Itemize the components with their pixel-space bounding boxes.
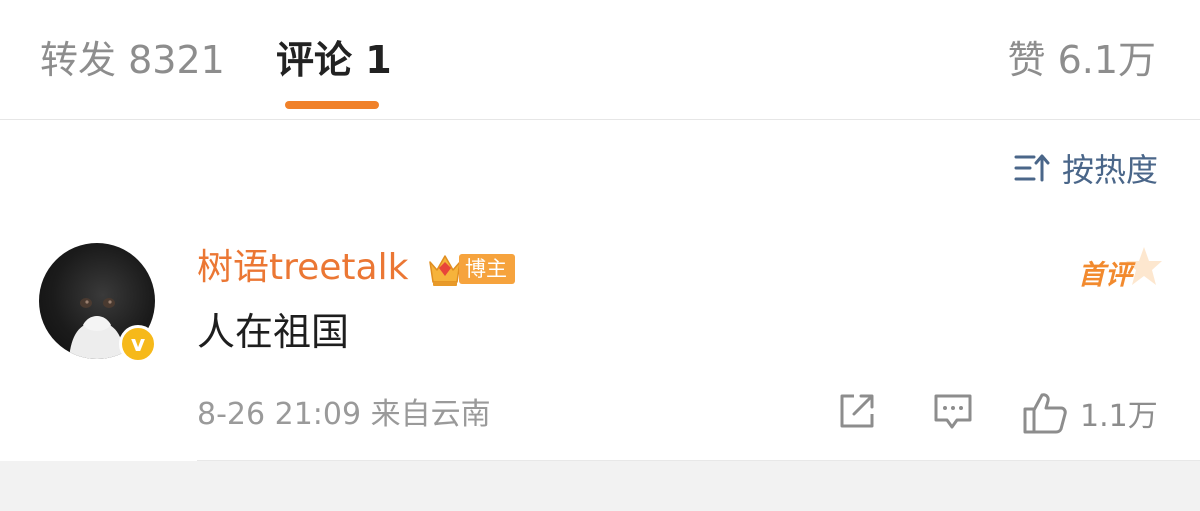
tab-divider — [0, 119, 1200, 120]
repost-button[interactable] — [837, 391, 877, 431]
author-label: 博主 — [459, 254, 515, 284]
like-button[interactable]: 1.1万 — [1022, 391, 1158, 435]
footer-background — [0, 461, 1200, 511]
thumbs-up-icon — [1023, 393, 1067, 434]
like-count: 1.1万 — [1080, 399, 1158, 434]
comment-time: 8-26 21:09 — [197, 397, 362, 432]
tab-repost-label: 转发 — [40, 38, 117, 82]
first-comment-label: 首评 — [1078, 260, 1132, 291]
comment-text: 人在祖国 — [197, 310, 350, 354]
active-tab-indicator — [285, 101, 379, 109]
first-comment-badge: 首评 — [1078, 245, 1162, 293]
tab-repost[interactable]: 转发 8321 — [40, 34, 225, 86]
tab-like-count: 6.1万 — [1057, 38, 1156, 82]
comment-location: 来自云南 — [370, 397, 491, 432]
comment-icon — [934, 394, 972, 429]
tab-like-label: 赞 — [1007, 38, 1046, 82]
sort-icon — [1014, 154, 1050, 182]
tab-repost-count: 8321 — [128, 38, 225, 82]
tab-comment-count: 1 — [365, 38, 392, 82]
crown-icon — [429, 255, 461, 286]
sort-label: 按热度 — [1061, 151, 1158, 189]
comment-meta: 8-26 21:09 来自云南 — [197, 393, 491, 437]
tab-comment[interactable]: 评论 1 — [276, 34, 392, 86]
verified-icon: v — [119, 325, 157, 363]
tab-like[interactable]: 赞 6.1万 — [1007, 34, 1156, 86]
comment-username[interactable]: 树语treetalk — [197, 243, 408, 293]
reply-button[interactable] — [932, 391, 974, 433]
tab-comment-label: 评论 — [276, 38, 353, 82]
sort-by-heat-button[interactable]: 按热度 — [1014, 146, 1158, 190]
share-icon — [840, 394, 874, 428]
author-badge: 博主 — [427, 250, 515, 288]
tab-bar: 转发 8321 评论 1 赞 6.1万 — [0, 0, 1200, 120]
